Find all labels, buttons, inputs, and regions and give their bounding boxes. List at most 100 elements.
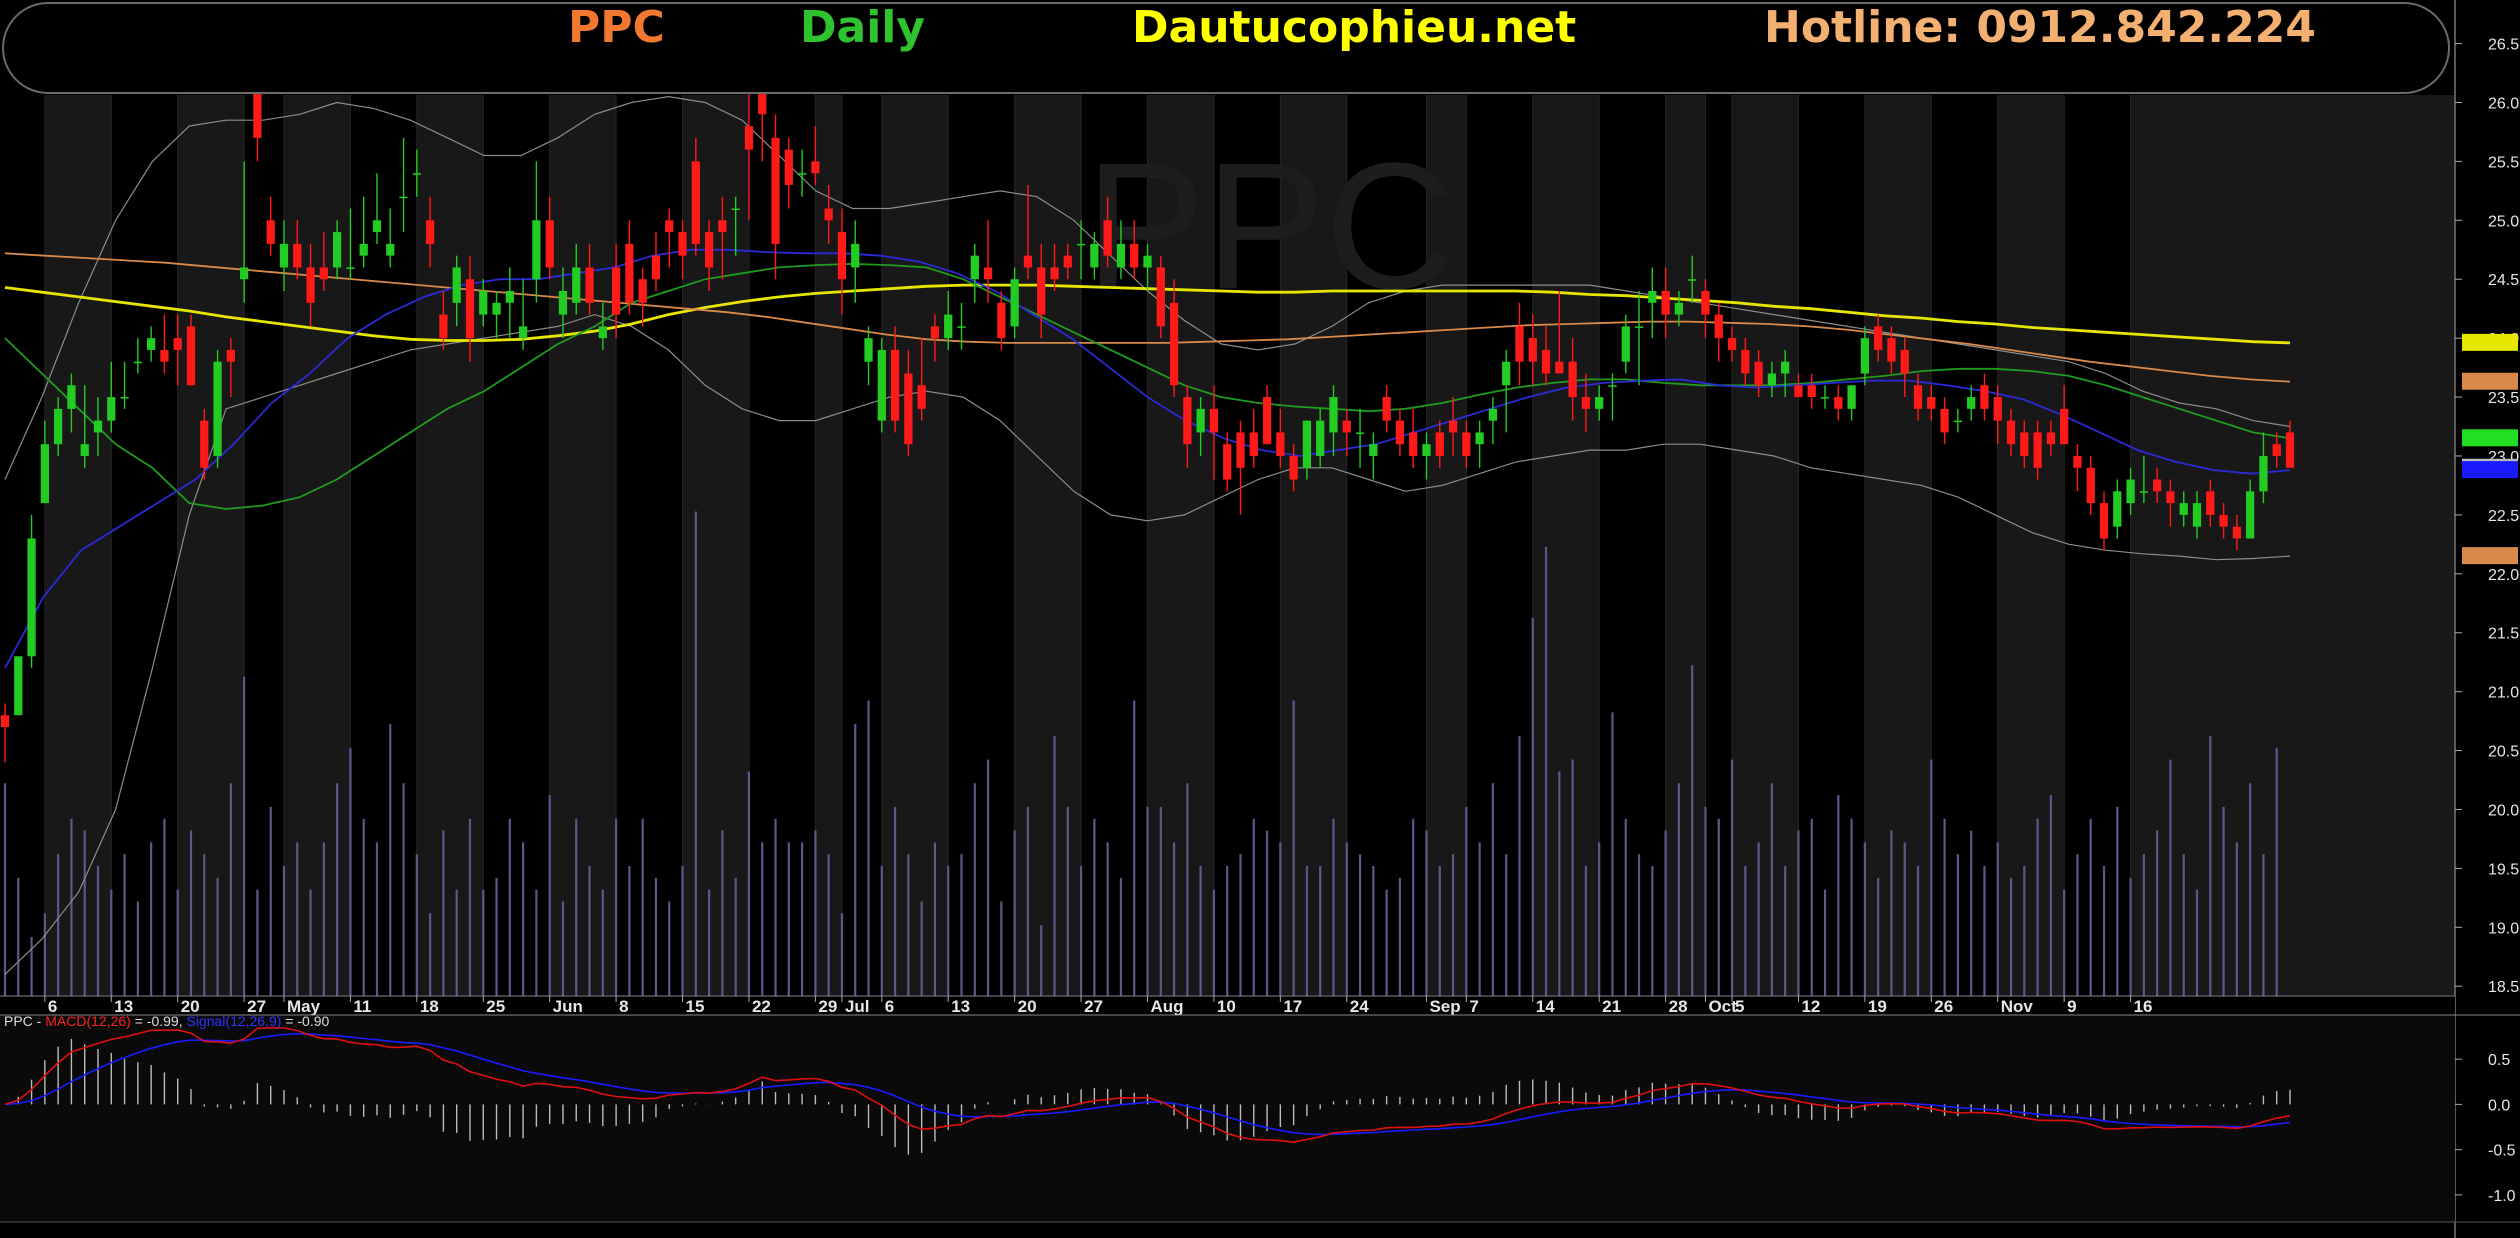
price-tick-label: 22.0 bbox=[2488, 567, 2519, 584]
candle-body bbox=[558, 291, 568, 315]
candle-body bbox=[386, 243, 395, 256]
candle-body bbox=[904, 373, 913, 445]
price-tick-label: 19.0 bbox=[2488, 920, 2519, 937]
candle-body bbox=[306, 267, 315, 303]
candle-body bbox=[2259, 455, 2268, 492]
candle-body bbox=[572, 267, 581, 303]
week-stripe bbox=[283, 95, 351, 995]
candle-body bbox=[412, 173, 421, 175]
candle-body bbox=[186, 326, 196, 386]
candle-body bbox=[651, 255, 661, 280]
macd-legend: PPC - MACD(12,26) = -0.99, Signal(12,26,… bbox=[4, 1013, 329, 1029]
candle-body bbox=[1860, 338, 1870, 374]
macd-tick-label: 0.0 bbox=[2488, 1097, 2510, 1114]
candle-body bbox=[0, 715, 10, 727]
macd-legend-macd-label: MACD(12,26) bbox=[45, 1013, 131, 1029]
candle-body bbox=[1502, 361, 1511, 386]
candle-body bbox=[1714, 314, 1723, 339]
candle-body bbox=[1913, 385, 1923, 409]
x-tick-label: 19 bbox=[1868, 997, 1887, 1016]
candle-body bbox=[1355, 432, 1365, 434]
price-tick-label: 23.5 bbox=[2488, 390, 2519, 407]
candle-body bbox=[1820, 397, 1830, 399]
candle-body bbox=[2086, 467, 2095, 504]
candle-body bbox=[2192, 503, 2202, 527]
candle-body bbox=[1462, 432, 1471, 456]
candle-body bbox=[120, 397, 129, 399]
candle-body bbox=[1754, 361, 1763, 386]
week-stripe bbox=[881, 95, 949, 995]
price-tick-label: 26.5 bbox=[2488, 37, 2519, 54]
candle-body bbox=[1807, 385, 1816, 398]
candle-body bbox=[771, 137, 780, 244]
candle-body bbox=[160, 349, 169, 362]
x-tick-label: 24 bbox=[1350, 997, 1369, 1016]
x-tick-label: 14 bbox=[1536, 997, 1555, 1016]
week-stripe bbox=[1532, 95, 1600, 995]
macd-tick-label: 0.5 bbox=[2488, 1052, 2510, 1069]
x-tick-label: Aug bbox=[1151, 997, 1184, 1016]
x-tick-label: 12 bbox=[1801, 997, 1820, 1016]
candle-body bbox=[1130, 243, 1139, 268]
candle-body bbox=[917, 385, 926, 409]
candle-body bbox=[40, 444, 49, 504]
candle-body bbox=[1794, 385, 1803, 398]
candle-body bbox=[1369, 444, 1378, 456]
candle-body bbox=[2126, 479, 2135, 504]
candle-body bbox=[54, 408, 63, 445]
candle-body bbox=[2073, 455, 2082, 468]
candle-body bbox=[333, 232, 342, 268]
candle-body bbox=[2285, 432, 2295, 468]
candle-body bbox=[585, 267, 594, 303]
price-tick-label: 20.5 bbox=[2488, 744, 2519, 761]
price-marker-box bbox=[2462, 429, 2518, 447]
candle-body bbox=[93, 420, 103, 433]
candle-body bbox=[2113, 491, 2122, 527]
candle-body bbox=[1568, 361, 1577, 398]
x-tick-label: Jun bbox=[553, 997, 583, 1016]
x-tick-label: 29 bbox=[818, 997, 837, 1016]
x-tick-label: 25 bbox=[486, 997, 505, 1016]
candle-body bbox=[2020, 432, 2029, 456]
x-tick-label: 17 bbox=[1283, 997, 1302, 1016]
candle-body bbox=[2246, 491, 2255, 539]
candle-body bbox=[1342, 420, 1351, 433]
candle-body bbox=[67, 385, 76, 409]
candle-body bbox=[173, 338, 182, 350]
candle-body bbox=[1515, 326, 1524, 362]
candle-body bbox=[1581, 397, 1591, 409]
price-tick-label: 21.0 bbox=[2488, 685, 2519, 702]
x-tick-label: 9 bbox=[2067, 997, 2076, 1016]
x-tick-label: 8 bbox=[619, 997, 628, 1016]
candle-body bbox=[2179, 503, 2188, 515]
watermark: PPC bbox=[1085, 126, 1455, 327]
price-marker-box bbox=[2462, 547, 2518, 565]
x-tick-label: Jul bbox=[845, 997, 870, 1016]
candle-body bbox=[266, 220, 275, 244]
candle-body bbox=[133, 361, 142, 364]
candle-body bbox=[1767, 373, 1777, 386]
candle-body bbox=[625, 243, 634, 303]
candle-body bbox=[2099, 503, 2109, 539]
candle-body bbox=[399, 196, 408, 199]
candle-body bbox=[372, 220, 382, 233]
candle-body bbox=[1435, 432, 1444, 456]
candle-body bbox=[837, 232, 847, 280]
candle-body bbox=[784, 149, 793, 185]
candle-body bbox=[425, 220, 435, 244]
x-tick-label: 10 bbox=[1217, 997, 1236, 1016]
price-tick-label: 22.5 bbox=[2488, 508, 2519, 525]
price-marker-box bbox=[2462, 461, 2518, 479]
week-stripe bbox=[44, 95, 112, 995]
candle-body bbox=[678, 232, 687, 256]
candle-body bbox=[293, 243, 302, 268]
x-tick-label: 26 bbox=[1934, 997, 1953, 1016]
candle-body bbox=[1967, 397, 1976, 409]
candle-body bbox=[1063, 255, 1072, 268]
candle-body bbox=[1927, 397, 1936, 409]
x-tick-label: 18 bbox=[420, 997, 439, 1016]
candle-body bbox=[226, 349, 235, 362]
x-tick-label: 11 bbox=[353, 997, 371, 1016]
candle-body bbox=[1236, 432, 1245, 468]
candle-body bbox=[240, 267, 249, 280]
